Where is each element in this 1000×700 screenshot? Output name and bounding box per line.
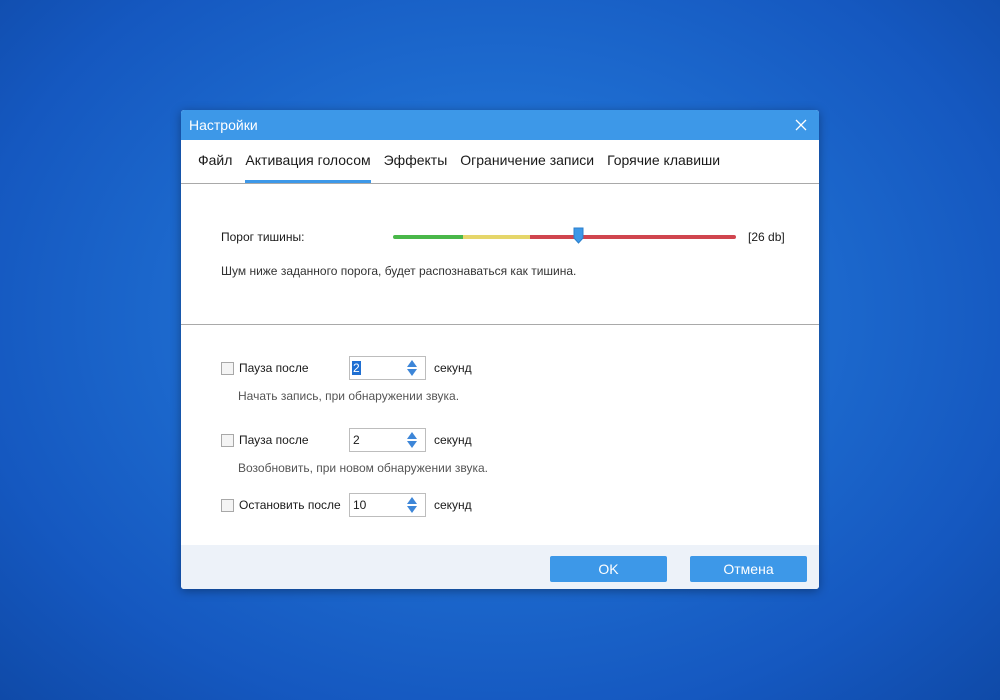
dialog-title: Настройки [189,117,258,133]
slider-green-segment [393,235,463,239]
voice-options-section: Пауза после 2 секунд Начать запись, при … [181,325,819,545]
threshold-db-value: [26 db] [748,230,785,244]
slider-handle[interactable] [573,227,584,244]
stop-after-row: Остановить после 10 секунд [221,493,472,517]
silence-threshold-label: Порог тишины: [221,230,305,244]
pause-resume-value[interactable]: 2 [350,433,360,447]
tab-hotkeys[interactable]: Горячие клавиши [607,152,720,183]
silence-threshold-section: Порог тишины: [26 db] Шум ниже заданного… [181,184,819,325]
pause-resume-arrows [407,432,417,448]
arrow-down-icon[interactable] [407,441,417,448]
slider-yellow-segment [463,235,530,239]
pause-start-unit: секунд [434,361,472,375]
pause-resume-stepper[interactable]: 2 [349,428,426,452]
stop-after-label: Остановить после [239,498,341,512]
tab-recording-limit[interactable]: Ограничение записи [460,152,594,183]
arrow-up-icon[interactable] [407,497,417,504]
silence-threshold-slider[interactable] [393,227,736,244]
arrow-down-icon[interactable] [407,369,417,376]
tab-effects[interactable]: Эффекты [384,152,448,183]
pause-resume-checkbox[interactable] [221,433,234,447]
stop-after-stepper[interactable]: 10 [349,493,426,517]
settings-dialog: Настройки Файл Активация голосом Эффекты… [181,110,819,589]
arrow-up-icon[interactable] [407,360,417,367]
pause-start-value[interactable]: 2 [352,361,361,375]
slider-red-segment [530,235,736,239]
tab-bar: Файл Активация голосом Эффекты Ограничен… [181,140,819,184]
arrow-down-icon[interactable] [407,506,417,513]
stop-after-value[interactable]: 10 [350,498,366,512]
pause-start-hint: Начать запись, при обнаружении звука. [238,389,460,403]
pause-start-arrows [407,360,417,376]
dialog-titlebar: Настройки [181,110,819,140]
ok-button[interactable]: OK [550,556,667,582]
pause-resume-unit: секунд [434,433,472,447]
cancel-button[interactable]: Отмена [690,556,807,582]
pause-resume-row: Пауза после 2 секунд [221,428,472,452]
stop-after-unit: секунд [434,498,472,512]
close-icon[interactable] [793,117,809,133]
pause-resume-label: Пауза после [239,433,309,447]
tab-file[interactable]: Файл [198,152,232,183]
pause-start-stepper[interactable]: 2 [349,356,426,380]
pause-start-checkbox[interactable] [221,361,234,375]
stop-after-checkbox[interactable] [221,498,234,512]
stop-after-arrows [407,497,417,513]
pause-start-row: Пауза после 2 секунд [221,356,472,380]
pause-start-label: Пауза после [239,361,309,375]
dialog-footer: OK Отмена [181,545,819,589]
pause-resume-hint: Возобновить, при новом обнаружении звука… [238,461,488,475]
threshold-hint: Шум ниже заданного порога, будет распозн… [221,264,577,278]
arrow-up-icon[interactable] [407,432,417,439]
tab-voice-activation[interactable]: Активация голосом [245,152,371,183]
